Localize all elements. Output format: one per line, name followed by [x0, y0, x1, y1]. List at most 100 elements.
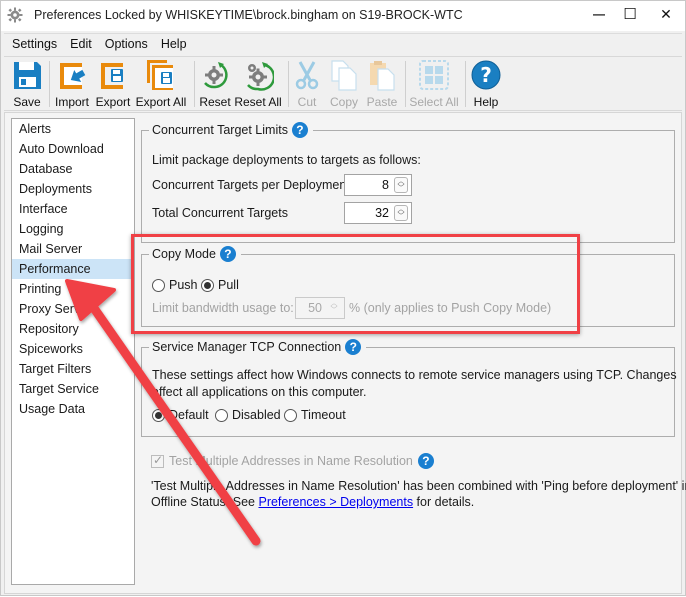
concurrent-target-limits-legend: Concurrent Target Limits ?	[149, 122, 313, 138]
bandwidth-spin-arrows[interactable]: ︿ ﹀	[327, 300, 341, 316]
menu-settings[interactable]: Settings	[4, 34, 62, 51]
tcp-disabled-label: Disabled	[232, 408, 281, 422]
nav-item-usage-data[interactable]: Usage Data	[12, 399, 134, 419]
chevron-down-icon[interactable]: ﹀	[327, 307, 341, 314]
help-icon[interactable]: ?	[417, 453, 434, 469]
concurrent-target-limits-group: Concurrent Target Limits ? Limit package…	[141, 122, 675, 243]
test-multiple-addresses-label: Test Multiple Addresses in Name Resoluti…	[169, 454, 413, 468]
nav-item-interface[interactable]: Interface	[12, 199, 134, 219]
help-icon[interactable]: ?	[291, 122, 308, 138]
radio-circle-selected	[201, 278, 214, 292]
bandwidth-suffix: % (only applies to Push Copy Mode)	[349, 301, 552, 315]
toolbar-separator	[194, 61, 195, 107]
nav-item-spiceworks[interactable]: Spiceworks	[12, 339, 134, 359]
per-deployment-spin-arrows[interactable]: ︿ ﹀	[394, 177, 408, 193]
export-all-icon	[147, 60, 173, 90]
copy-icon	[331, 60, 357, 91]
bandwidth-label: Limit bandwidth usage to:	[152, 301, 294, 315]
tcp-connection-group: Service Manager TCP Connection ? These s…	[141, 339, 677, 437]
reset-button[interactable]: Reset	[197, 59, 233, 109]
chevron-down-icon[interactable]: ﹀	[395, 185, 407, 192]
total-targets-stepper[interactable]: 32 ︿ ﹀	[344, 202, 412, 224]
chevron-down-icon[interactable]: ﹀	[395, 213, 407, 220]
paste-button[interactable]: Paste	[364, 59, 400, 109]
nav-item-auto-download[interactable]: Auto Download	[12, 139, 134, 159]
bandwidth-stepper[interactable]: 50 ︿ ﹀	[295, 297, 345, 319]
per-deployment-label: Concurrent Targets per Deployment	[152, 178, 350, 192]
tcp-timeout-radio[interactable]: Timeout	[284, 408, 346, 422]
help-icon: ?	[471, 60, 501, 90]
copy-button[interactable]: Copy	[326, 59, 362, 109]
radio-circle	[152, 278, 165, 292]
push-radio-label: Push	[169, 278, 198, 292]
export-all-label: Export All	[135, 95, 187, 109]
chevron-up-icon[interactable]: ︿	[327, 300, 341, 307]
preferences-content: Alerts Auto Download Database Deployment…	[4, 112, 686, 594]
import-button[interactable]: Import	[53, 59, 91, 109]
close-icon: ✕	[660, 5, 672, 22]
export-all-button[interactable]: Export All	[133, 59, 189, 109]
export-button[interactable]: Export	[94, 59, 132, 109]
nav-item-alerts[interactable]: Alerts	[12, 119, 134, 139]
nav-item-target-service[interactable]: Target Service	[12, 379, 134, 399]
export-label: Export	[95, 95, 131, 109]
maximize-button[interactable]: ☐	[615, 1, 645, 27]
select-all-button[interactable]: Select All	[407, 59, 461, 109]
test-multiple-addresses-checkbox[interactable]: Test Multiple Addresses in Name Resoluti…	[151, 453, 434, 469]
nav-item-printing[interactable]: Printing	[12, 279, 134, 299]
menu-edit[interactable]: Edit	[62, 34, 97, 51]
tcp-connection-legend: Service Manager TCP Connection ?	[149, 339, 367, 355]
nav-item-mail-server[interactable]: Mail Server	[12, 239, 134, 259]
paste-label: Paste	[366, 95, 398, 109]
menu-help[interactable]: Help	[153, 34, 192, 51]
tcp-disabled-radio[interactable]: Disabled	[215, 408, 281, 422]
preferences-deployments-link[interactable]: Preferences > Deployments	[258, 495, 413, 509]
nav-item-performance[interactable]: Performance	[12, 259, 134, 279]
pull-radio-label: Pull	[218, 278, 239, 292]
reset-all-label: Reset All	[234, 95, 282, 109]
close-button[interactable]: ✕	[651, 1, 681, 27]
cut-button[interactable]: Cut	[291, 59, 323, 109]
import-label: Import	[54, 95, 89, 109]
radio-circle	[284, 408, 297, 422]
window-title: Preferences Locked by WHISKEYTIME\brock.…	[34, 8, 463, 22]
total-targets-spin-arrows[interactable]: ︿ ﹀	[394, 205, 408, 221]
maximize-icon: ☐	[623, 6, 637, 23]
floppy-disk-icon	[14, 62, 41, 89]
select-all-icon	[419, 60, 449, 90]
save-button[interactable]: Save	[8, 59, 46, 109]
chevron-up-icon[interactable]: ︿	[395, 206, 407, 213]
nav-item-logging[interactable]: Logging	[12, 219, 134, 239]
push-radio[interactable]: Push	[152, 278, 198, 292]
menu-options[interactable]: Options	[97, 34, 153, 51]
paste-icon	[370, 61, 395, 91]
help-label: Help	[473, 95, 499, 109]
name-resolution-note-line2: Offline Status. See Preferences > Deploy…	[151, 495, 474, 509]
cut-label: Cut	[297, 95, 317, 109]
nav-item-target-filters[interactable]: Target Filters	[12, 359, 134, 379]
help-icon[interactable]: ?	[345, 339, 362, 355]
reset-all-button[interactable]: Reset All	[233, 59, 283, 109]
concurrent-description: Limit package deployments to targets as …	[152, 153, 421, 167]
nav-item-proxy-server[interactable]: Proxy Server	[12, 299, 134, 319]
total-targets-label: Total Concurrent Targets	[152, 206, 288, 220]
nav-item-deployments[interactable]: Deployments	[12, 179, 134, 199]
minimize-button[interactable]: —	[584, 1, 614, 27]
total-targets-value: 32	[375, 206, 389, 220]
per-deployment-stepper[interactable]: 8 ︿ ﹀	[344, 174, 412, 196]
tcp-default-radio[interactable]: Default	[152, 408, 209, 422]
chevron-up-icon[interactable]: ︿	[395, 178, 407, 185]
nav-item-database[interactable]: Database	[12, 159, 134, 179]
note-prefix: Offline Status. See	[151, 495, 259, 509]
pull-radio[interactable]: Pull	[201, 278, 239, 292]
help-icon[interactable]: ?	[219, 246, 236, 262]
tcp-description-line2: affect all applications on this computer…	[152, 385, 367, 399]
reset-label: Reset	[199, 95, 231, 109]
select-all-label: Select All	[409, 95, 459, 109]
help-button[interactable]: ? Help	[468, 59, 504, 109]
nav-item-repository[interactable]: Repository	[12, 319, 134, 339]
copy-mode-title: Copy Mode	[152, 247, 216, 261]
toolbar: Save Import Export Export All Reset Rese…	[4, 56, 682, 111]
radio-circle-selected	[152, 408, 165, 422]
preferences-window: Preferences Locked by WHISKEYTIME\brock.…	[0, 0, 686, 596]
